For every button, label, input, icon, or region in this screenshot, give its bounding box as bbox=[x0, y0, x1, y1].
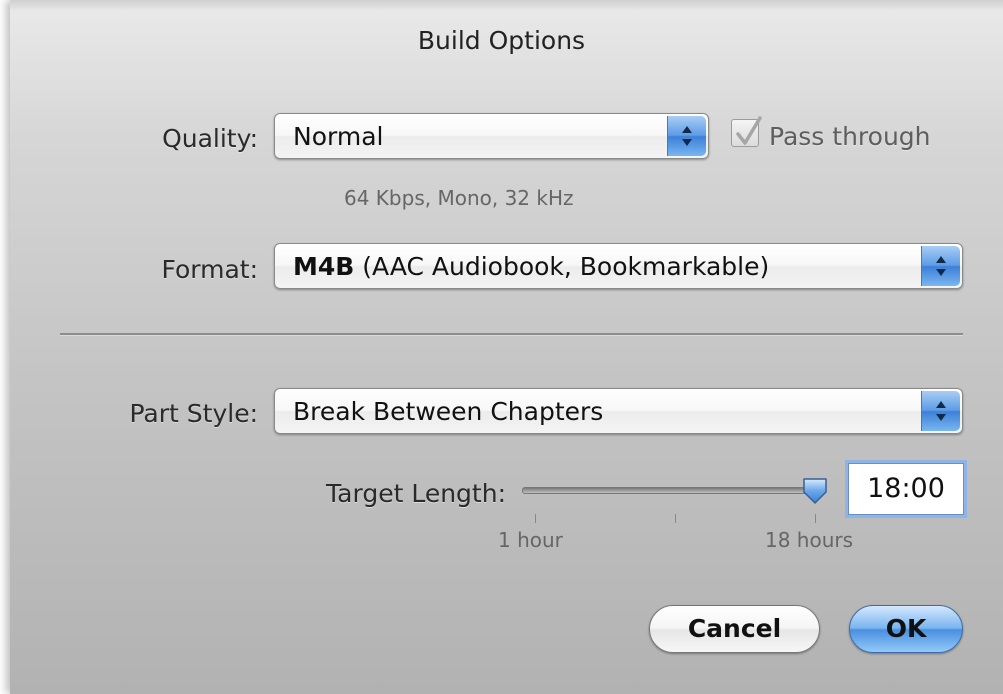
quality-detail: 64 Kbps, Mono, 32 kHz bbox=[344, 186, 574, 210]
slider-tick bbox=[815, 514, 816, 523]
quality-popup[interactable]: Normal bbox=[274, 113, 709, 159]
format-label: Format: bbox=[161, 255, 258, 284]
slider-tick bbox=[535, 514, 536, 523]
section-divider bbox=[60, 333, 963, 336]
slider-thumb-icon[interactable] bbox=[801, 476, 829, 506]
checkmark-icon bbox=[736, 116, 762, 145]
target-length-label: Target Length: bbox=[326, 479, 506, 508]
slider-tick bbox=[675, 514, 676, 523]
part-style-label: Part Style: bbox=[129, 399, 258, 428]
build-options-sheet bbox=[10, 0, 1003, 694]
quality-label: Quality: bbox=[162, 124, 258, 153]
quality-popup-value: Normal bbox=[293, 122, 384, 151]
ok-button[interactable]: OK bbox=[849, 605, 963, 653]
part-style-popup-value: Break Between Chapters bbox=[293, 397, 604, 426]
slider-max-label: 18 hours bbox=[765, 528, 854, 552]
dialog-title: Build Options bbox=[417, 26, 586, 55]
up-down-arrows-icon bbox=[936, 401, 946, 421]
up-down-arrows-icon bbox=[936, 256, 946, 276]
format-popup-value-bold: M4B bbox=[293, 252, 355, 281]
format-popup-value-rest: (AAC Audiobook, Bookmarkable) bbox=[354, 252, 770, 281]
part-style-popup-stepper bbox=[921, 391, 960, 431]
pass-through-label[interactable]: Pass through bbox=[769, 122, 931, 151]
cancel-button[interactable]: Cancel bbox=[649, 605, 820, 653]
format-popup-value: M4B (AAC Audiobook, Bookmarkable) bbox=[293, 252, 769, 281]
format-popup[interactable]: M4B (AAC Audiobook, Bookmarkable) bbox=[274, 243, 963, 289]
pass-through-checkbox[interactable] bbox=[731, 116, 762, 147]
format-popup-stepper bbox=[921, 246, 960, 286]
up-down-arrows-icon bbox=[682, 126, 692, 146]
target-length-field[interactable]: 18:00 bbox=[848, 463, 964, 515]
slider-min-label: 1 hour bbox=[498, 528, 563, 552]
part-style-popup[interactable]: Break Between Chapters bbox=[274, 388, 963, 434]
sheet-top-edge bbox=[10, 0, 1003, 10]
quality-popup-stepper bbox=[667, 116, 706, 156]
target-length-slider-track[interactable] bbox=[522, 487, 822, 494]
